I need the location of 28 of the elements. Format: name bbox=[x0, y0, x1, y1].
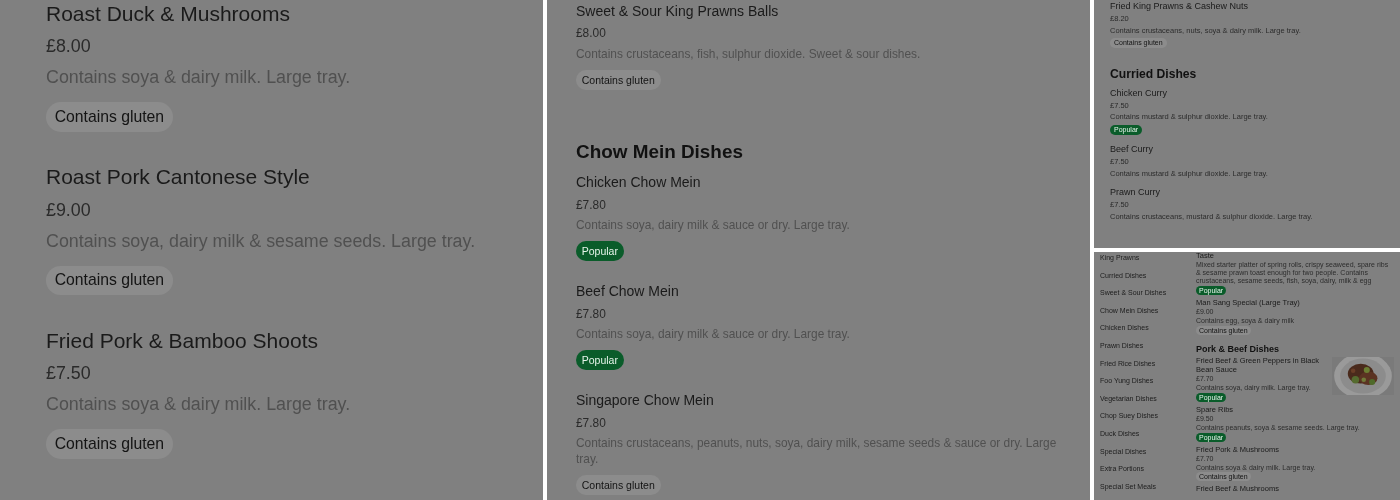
dish-name[interactable]: Roast Pork Cantonese Style bbox=[46, 163, 523, 192]
dish-name[interactable]: Singapore Chow Mein bbox=[576, 391, 1070, 411]
dish-price: £7.80 bbox=[576, 306, 607, 321]
dish-name[interactable]: Chicken Curry bbox=[1110, 86, 1390, 99]
dish-price: £8.00 bbox=[576, 26, 607, 41]
dish-name[interactable]: Sweet & Sour King Prawns Balls bbox=[576, 2, 1070, 21]
section-heading: Pork & Beef Dishes bbox=[1196, 343, 1281, 355]
dish-name[interactable]: Fried Pork & Bamboo Shoots bbox=[46, 326, 523, 356]
dish-price: £7.50 bbox=[46, 363, 92, 385]
dish-price: £7.80 bbox=[576, 415, 607, 430]
dish-name[interactable]: Chicken Chow Mein bbox=[576, 173, 1070, 193]
dish-price: £8.00 bbox=[46, 36, 92, 58]
popular-badge: Popular bbox=[576, 241, 624, 262]
dish-price: £7.80 bbox=[576, 197, 607, 212]
dish-name[interactable]: Roast Duck & Mushrooms bbox=[46, 0, 523, 29]
dish-name[interactable]: Beef Chow Mein bbox=[576, 282, 1070, 302]
allergen-tag: Contains gluten bbox=[46, 265, 173, 296]
allergen-tag: Contains gluten bbox=[576, 70, 661, 90]
popular-badge: Popular bbox=[576, 350, 624, 371]
section-heading: Curried Dishes bbox=[1110, 67, 1198, 82]
allergen-tag: Contains gluten bbox=[46, 429, 173, 459]
allergen-tag: Contains gluten bbox=[576, 475, 661, 496]
dish-name[interactable]: Beef Curry bbox=[1110, 143, 1390, 156]
dish-name[interactable]: Fried King Prawns & Cashew Nuts bbox=[1110, 0, 1390, 13]
section-heading: Chow Mein Dishes bbox=[576, 141, 744, 164]
dish-price: £9.00 bbox=[46, 199, 92, 221]
dish-name[interactable]: Prawn Curry bbox=[1110, 186, 1390, 199]
allergen-tag: Contains gluten bbox=[46, 102, 173, 132]
